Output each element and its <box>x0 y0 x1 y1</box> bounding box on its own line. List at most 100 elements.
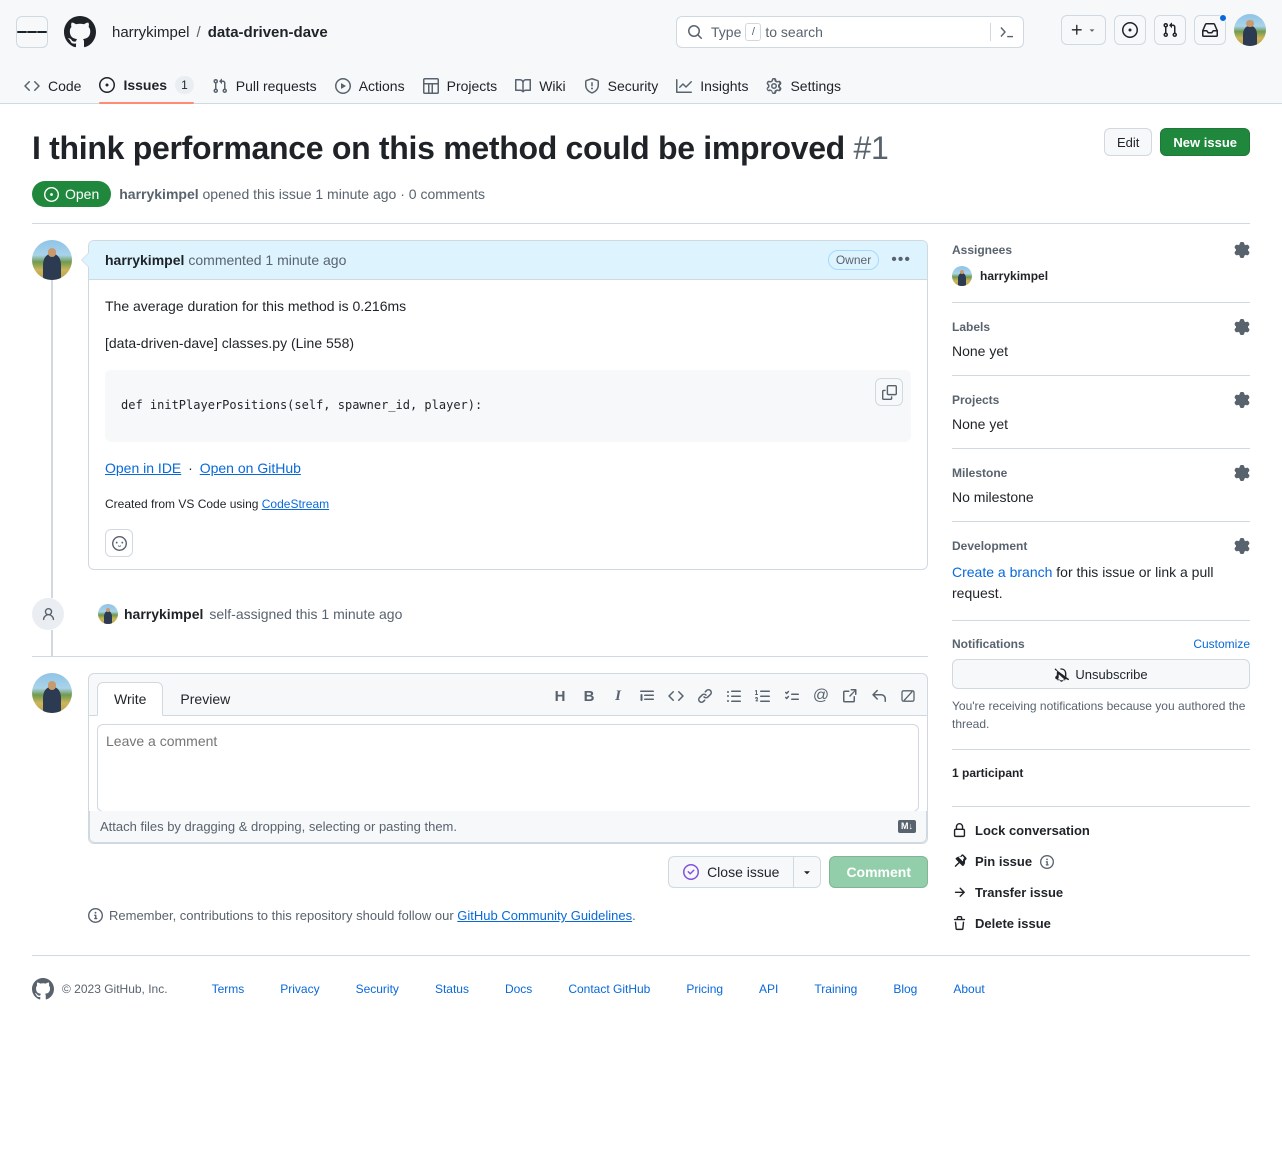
markdown-help-icon[interactable] <box>897 685 919 707</box>
info-icon[interactable] <box>1040 855 1054 869</box>
comment-menu-icon[interactable]: ••• <box>891 255 911 265</box>
reference-icon[interactable] <box>839 685 861 707</box>
breadcrumb-separator: / <box>197 24 201 41</box>
footer-link-about[interactable]: About <box>953 982 984 996</box>
pin-issue-action[interactable]: Pin issue <box>952 854 1250 869</box>
reply-icon[interactable] <box>868 685 890 707</box>
editor-tabs: Write Preview H B I @ <box>88 673 928 716</box>
comment-author-avatar[interactable] <box>32 240 72 280</box>
transfer-issue-action[interactable]: Transfer issue <box>952 885 1250 900</box>
nav-item-code[interactable]: Code <box>16 78 89 103</box>
breadcrumb-repo[interactable]: data-driven-dave <box>208 24 328 41</box>
inbox-button[interactable] <box>1194 15 1226 45</box>
open-on-github-link[interactable]: Open on GitHub <box>200 460 301 476</box>
new-issue-button[interactable]: New issue <box>1160 128 1250 156</box>
unsubscribe-button[interactable]: Unsubscribe <box>952 659 1250 689</box>
footer-link-privacy[interactable]: Privacy <box>280 982 319 996</box>
quote-icon[interactable] <box>636 685 658 707</box>
heading-icon[interactable]: H <box>549 685 571 707</box>
create-branch-link[interactable]: Create a branch <box>952 564 1052 580</box>
smiley-icon[interactable] <box>105 529 133 557</box>
close-issue-button[interactable]: Close issue <box>668 856 793 888</box>
guidelines-prefix: Remember, contributions to this reposito… <box>109 908 457 923</box>
code-icon[interactable] <box>665 685 687 707</box>
gear-icon[interactable] <box>1234 465 1250 481</box>
triangle-down-icon[interactable] <box>793 856 821 888</box>
search-divider <box>990 23 991 41</box>
search-icon <box>687 24 703 40</box>
italic-icon[interactable]: I <box>607 685 629 707</box>
link-icon[interactable] <box>694 685 716 707</box>
search-input[interactable]: Type / to search <box>676 16 1024 48</box>
issue-meta: Open harrykimpel opened this issue 1 min… <box>32 181 1250 224</box>
footer-link-blog[interactable]: Blog <box>893 982 917 996</box>
user-avatar[interactable] <box>1234 14 1266 46</box>
markdown-toolbar: H B I @ <box>549 685 919 715</box>
footer-link-security[interactable]: Security <box>356 982 399 996</box>
nav-item-issues[interactable]: Issues 1 <box>91 76 201 103</box>
customize-notifications-link[interactable]: Customize <box>1193 637 1250 651</box>
edit-button[interactable]: Edit <box>1104 128 1152 156</box>
ordered-list-icon[interactable] <box>752 685 774 707</box>
current-user-avatar[interactable] <box>32 673 72 713</box>
issues-button[interactable] <box>1114 15 1146 45</box>
nav-label: Wiki <box>539 78 565 94</box>
tab-write[interactable]: Write <box>97 682 163 716</box>
gear-icon[interactable] <box>1234 538 1250 554</box>
nav-item-projects[interactable]: Projects <box>415 78 506 103</box>
book-icon <box>515 78 531 94</box>
nav-item-settings[interactable]: Settings <box>758 78 849 103</box>
create-new-button[interactable] <box>1061 15 1106 45</box>
status-badge: Open <box>32 181 111 207</box>
hamburger-icon[interactable] <box>16 16 48 48</box>
footer-link-training[interactable]: Training <box>814 982 857 996</box>
comment-submit-button[interactable]: Comment <box>829 856 928 888</box>
gear-icon[interactable] <box>1234 319 1250 335</box>
nav-item-actions[interactable]: Actions <box>327 78 413 103</box>
footer-link-pricing[interactable]: Pricing <box>686 982 723 996</box>
sidebar-section-projects: Projects None yet <box>952 376 1250 449</box>
tab-preview[interactable]: Preview <box>163 682 247 716</box>
gear-icon <box>766 78 782 94</box>
footer-link-api[interactable]: API <box>759 982 778 996</box>
sidebar-actions: Lock conversation Pin issue Transfer iss… <box>952 807 1250 931</box>
nav-item-pull-requests[interactable]: Pull requests <box>204 78 325 103</box>
event-actor-avatar[interactable] <box>98 604 118 624</box>
guidelines-link[interactable]: GitHub Community Guidelines <box>457 908 632 923</box>
markdown-badge-icon[interactable]: M↓ <box>898 820 916 833</box>
open-in-ide-link[interactable]: Open in IDE <box>105 460 181 476</box>
event-actor-name[interactable]: harrykimpel <box>124 606 203 622</box>
assignee-item[interactable]: harrykimpel <box>952 266 1250 286</box>
nav-item-security[interactable]: Security <box>576 78 667 103</box>
footer-link-contact-github[interactable]: Contact GitHub <box>568 982 650 996</box>
footer-link-terms[interactable]: Terms <box>212 982 245 996</box>
breadcrumb-owner[interactable]: harrykimpel <box>112 24 190 41</box>
sidebar-section-notifications: Notifications Customize Unsubscribe You'… <box>952 621 1250 750</box>
footer-link-status[interactable]: Status <box>435 982 469 996</box>
lock-conversation-action[interactable]: Lock conversation <box>952 823 1250 838</box>
nav-item-wiki[interactable]: Wiki <box>507 78 573 103</box>
gear-icon[interactable] <box>1234 242 1250 258</box>
task-list-icon[interactable] <box>781 685 803 707</box>
gear-icon[interactable] <box>1234 392 1250 408</box>
issue-comment-count: 0 comments <box>409 186 485 202</box>
projects-value: None yet <box>952 416 1250 432</box>
github-mark-icon[interactable] <box>64 16 96 48</box>
timeline-divider <box>32 656 928 657</box>
comment-author-name[interactable]: harrykimpel <box>105 252 184 268</box>
pull-requests-button[interactable] <box>1154 15 1186 45</box>
command-palette-icon[interactable] <box>999 24 1015 40</box>
codestream-link[interactable]: CodeStream <box>262 497 329 511</box>
unordered-list-icon[interactable] <box>723 685 745 707</box>
copy-icon[interactable] <box>875 378 903 406</box>
link-separator: · <box>188 460 193 476</box>
community-guidelines-note: Remember, contributions to this reposito… <box>88 908 928 923</box>
footer-link-docs[interactable]: Docs <box>505 982 532 996</box>
delete-issue-action[interactable]: Delete issue <box>952 916 1250 931</box>
mention-icon[interactable]: @ <box>810 685 832 707</box>
issue-opened-text: opened this issue 1 minute ago <box>203 186 397 202</box>
issue-author[interactable]: harrykimpel <box>119 186 198 202</box>
bold-icon[interactable]: B <box>578 685 600 707</box>
nav-item-insights[interactable]: Insights <box>668 78 756 103</box>
comment-textarea[interactable] <box>97 724 919 812</box>
